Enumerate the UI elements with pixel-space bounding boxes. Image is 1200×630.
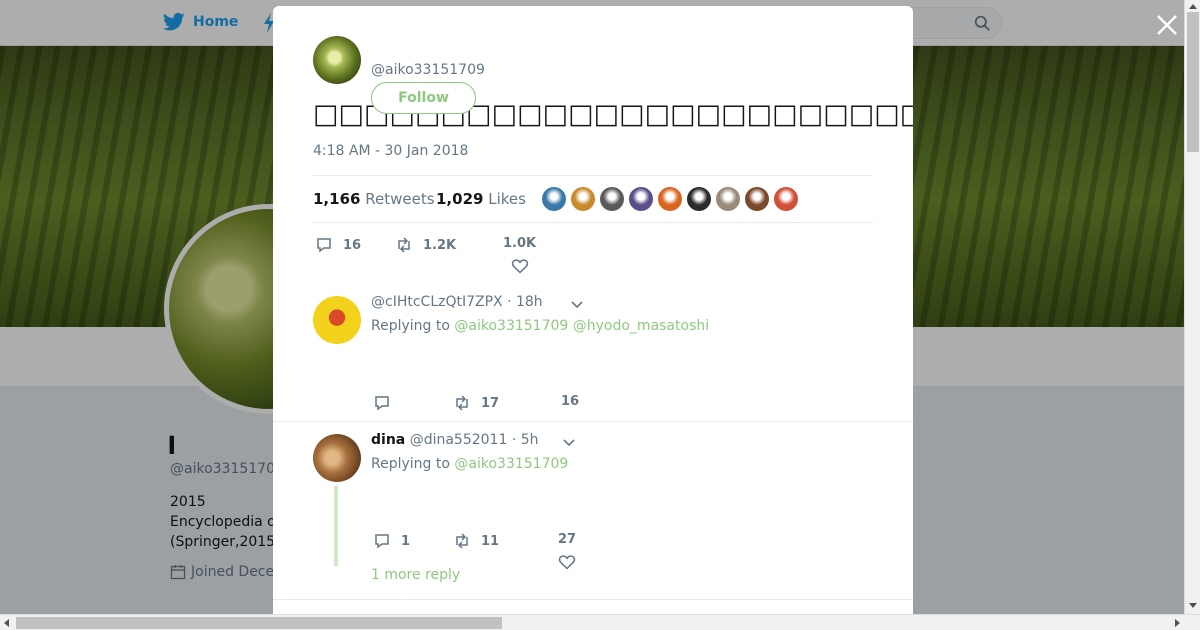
mention-link[interactable]: @aiko33151709 (454, 318, 568, 334)
follow-button[interactable]: Follow (371, 82, 476, 114)
liker-avatar[interactable] (745, 187, 769, 211)
retweets-count: 1,166 (313, 190, 361, 208)
reply-display-name[interactable]: dina (371, 432, 405, 448)
likes-label: Likes (488, 190, 526, 208)
likers-avatars (542, 187, 798, 211)
retweet-icon (398, 237, 410, 253)
like-count: 16 (561, 394, 580, 409)
retweet-count: 1.2K (423, 237, 457, 253)
liker-avatar[interactable] (542, 187, 566, 211)
liker-avatar[interactable] (600, 187, 624, 211)
retweets-stat[interactable]: 1,166 Retweets (313, 190, 435, 208)
mention-link[interactable]: @aiko33151709 (454, 456, 568, 472)
liker-avatar[interactable] (687, 187, 711, 211)
reply-count: 16 (343, 237, 362, 253)
like-count: 27 (558, 532, 577, 547)
author-avatar[interactable] (313, 36, 361, 84)
likes-stat[interactable]: 1,029 Likes (436, 190, 526, 208)
liker-avatar[interactable] (658, 187, 682, 211)
chevron-down-icon[interactable] (562, 435, 576, 449)
replying-prefix: Replying to (371, 456, 450, 472)
close-icon (1157, 15, 1177, 35)
horizontal-scroll-thumb[interactable] (16, 617, 502, 629)
retweet-count: 17 (481, 395, 500, 411)
scroll-right-icon[interactable] (1175, 619, 1180, 627)
divider (273, 421, 913, 422)
liker-avatar[interactable] (716, 187, 740, 211)
retweet-icon (456, 395, 468, 411)
reply-icon (375, 396, 389, 411)
like-button[interactable]: 16 (561, 394, 579, 409)
reply-avatar[interactable] (313, 296, 361, 344)
reply-avatar[interactable] (313, 434, 361, 482)
divider (273, 599, 913, 600)
reply-button[interactable]: 1 (373, 532, 410, 550)
vertical-scroll-thumb[interactable] (1187, 12, 1199, 152)
replying-prefix: Replying to (371, 318, 450, 334)
reply-time[interactable]: · 18h (507, 294, 543, 310)
close-modal-button[interactable] (1154, 12, 1180, 38)
retweet-button[interactable]: 17 (453, 394, 499, 412)
tweet-stats: 1,166 Retweets 1,029 Likes (313, 175, 873, 223)
liker-avatar[interactable] (571, 187, 595, 211)
retweet-button[interactable]: 1.2K (395, 236, 456, 254)
scroll-left-icon[interactable] (4, 619, 9, 627)
liker-avatar[interactable] (629, 187, 653, 211)
reply-handle[interactable]: @cIHtcCLzQtI7ZPX (371, 294, 503, 310)
reply-button[interactable]: 16 (315, 236, 361, 254)
retweet-icon (456, 533, 468, 549)
tweet-timestamp[interactable]: 4:18 AM - 30 Jan 2018 (313, 143, 468, 159)
reply-time[interactable]: · 5h (512, 432, 539, 448)
tweet-modal: @aiko33151709 □□□□□□□□□□□□□□□□□□□□□□□□□□… (273, 6, 913, 614)
more-replies-link[interactable]: 1 more reply (371, 567, 460, 583)
liker-avatar[interactable] (774, 187, 798, 211)
reply-header: dina @dina552011 · 5h (371, 432, 539, 448)
heart-icon (558, 555, 576, 570)
scroll-up-icon[interactable] (1189, 4, 1197, 9)
reply-button[interactable] (373, 394, 401, 412)
horizontal-scrollbar[interactable] (0, 614, 1200, 630)
reply-handle[interactable]: @dina552011 (410, 432, 508, 448)
reply-icon (375, 534, 389, 549)
like-button[interactable]: 1.0K (503, 236, 536, 275)
like-button[interactable]: 27 (558, 532, 576, 571)
thread-line (334, 486, 338, 566)
reply-icon (317, 238, 331, 253)
likes-count: 1,029 (436, 190, 484, 208)
retweets-label: Retweets (365, 190, 435, 208)
retweet-button[interactable]: 11 (453, 532, 499, 550)
replying-to: Replying to @aiko33151709 (371, 456, 568, 472)
reply-count: 1 (401, 533, 411, 549)
vertical-scrollbar[interactable] (1184, 0, 1200, 614)
heart-icon (511, 259, 528, 274)
chevron-down-icon[interactable] (570, 297, 584, 311)
mention-link[interactable]: @hyodo_masatoshi (573, 318, 709, 334)
author-handle[interactable]: @aiko33151709 (371, 62, 485, 78)
reply-header: @cIHtcCLzQtI7ZPX · 18h (371, 294, 543, 310)
scroll-down-icon[interactable] (1189, 603, 1197, 608)
like-count: 1.0K (503, 236, 537, 251)
replying-to: Replying to @aiko33151709 @hyodo_masatos… (371, 318, 709, 334)
retweet-count: 11 (481, 533, 500, 549)
